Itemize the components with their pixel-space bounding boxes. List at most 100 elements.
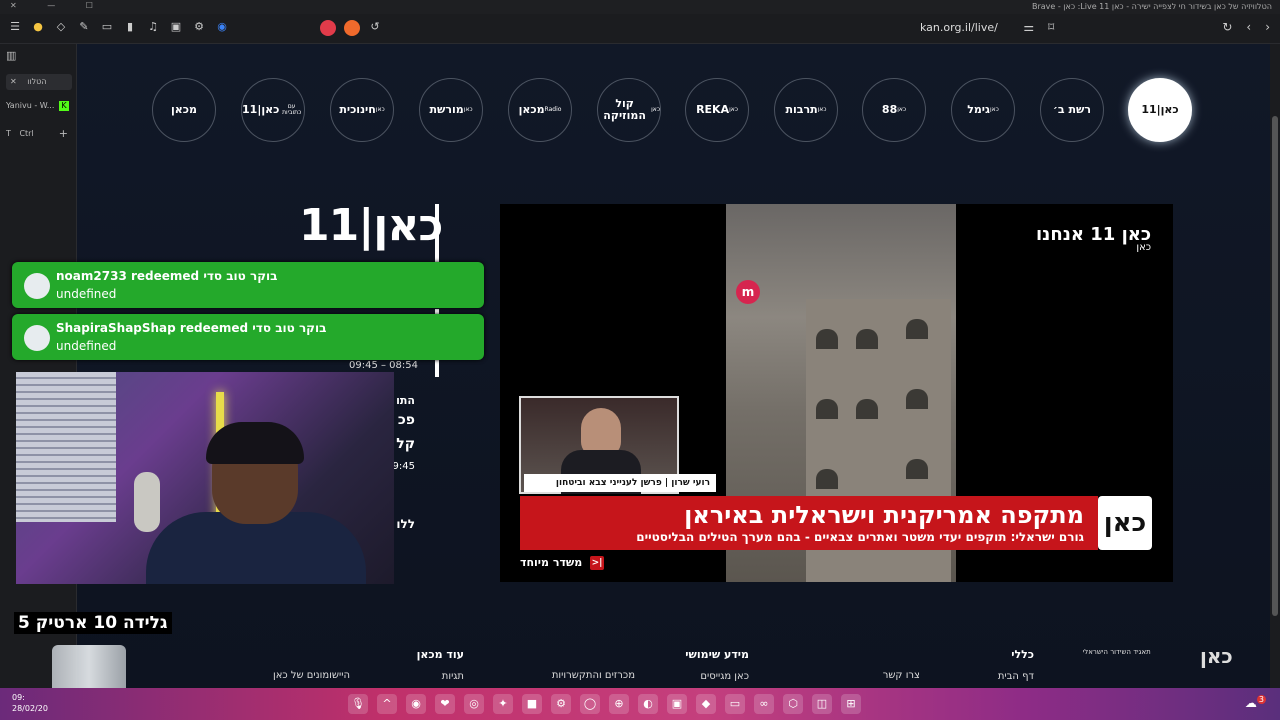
footer-col-more-2: היישומונים של כאן [273,670,350,681]
channel-label: גימל [967,103,990,117]
music-icon[interactable]: ♫ [146,20,160,34]
extensions-icon[interactable]: ⚙ [192,20,206,34]
browser-toolbar: ☰ ● ◇ ✎ ▭ ▮ ♫ ▣ ⚙ ◉ ↺ kan.org.il/live/ ⚌… [0,14,1280,44]
window-controls[interactable]: ✕ — ☐ [10,1,107,10]
taskbar-app-icon[interactable]: ▭ [725,694,745,714]
tab-chip-brave[interactable] [344,20,360,36]
reload-small-icon[interactable]: ↺ [368,20,382,34]
taskbar-app-icon[interactable]: ◆ [696,694,716,714]
channel-button[interactable]: מכאן [152,78,216,142]
pen-icon[interactable]: ✎ [77,20,91,34]
new-tab-row[interactable]: T Ctrl + [6,126,72,142]
footer-kan-logo: כאן תאגיד השידור הישראלי [1083,644,1233,668]
new-tab-plus[interactable]: + [59,126,68,142]
tab-yanivu[interactable]: Yanivu - W... K [6,98,69,114]
taskbar-app-icon[interactable]: ⚙ [551,694,571,714]
m-logo-icon: m [736,280,760,304]
channel-button[interactable]: רשת ב׳ [1040,78,1104,142]
channel-button[interactable]: גימל כאן [951,78,1015,142]
channel-button[interactable]: תרבות כאן [774,78,838,142]
footer-link[interactable]: דף הבית [998,671,1034,682]
screenshot-icon[interactable]: ▣ [169,20,183,34]
schedule-line: ללו [396,517,415,531]
page-content: כאן|11 רשת ב׳ גימל כאן 88 כאן תרבות כאן REKA כאן ק… [77,44,1270,688]
forward-icon[interactable]: › [1265,20,1270,34]
clock-date: 28/02/20 [12,704,48,713]
live-video-player[interactable]: m כאן 11 אנחנו כאן רועי שרון | פרשן לעני… [500,204,1173,582]
special-broadcast-text: משדר מיוחד [520,556,583,569]
alert-sub: undefined [56,287,117,301]
channel-label: REKA [696,103,730,117]
taskbar-app-icon[interactable]: ⊕ [609,694,629,714]
tab-kan[interactable]: ✕ הטלוו [6,74,72,90]
sidebar-icon[interactable]: ▮ [123,20,137,34]
channel-label: מכאן [171,103,197,117]
footer-col-general: כללי דף הבית [998,648,1034,682]
taskbar-app-icon[interactable]: ◉ [406,694,426,714]
weather-icon[interactable]: ☁ 3 [1245,695,1266,710]
sidebar-toggle-icon[interactable]: ▥ [6,48,16,64]
channel-button[interactable]: מורשת כאן [419,78,483,142]
wallet-icon[interactable]: ▭ [100,20,114,34]
footer-col-info-2: מכרזים והתקשרויות [552,670,635,681]
page-scrollbar[interactable] [1270,44,1280,688]
banner-kan-logo: כאן [1098,496,1152,550]
taskbar-app-icon[interactable]: ◐ [638,694,658,714]
footer-logo-sub: תאגיד השידור הישראלי [1082,648,1151,656]
footer-heading: עוד מכאן [416,648,464,661]
taskbar-app-icon[interactable]: 🎙 [348,694,368,714]
close-tab-icon[interactable]: ✕ [10,77,17,86]
channel-button[interactable]: מכאן Radio [508,78,572,142]
bookmark-icon[interactable]: ⌑ [1048,20,1054,34]
taskbar-apps: 🎙 ^ ◉ ❤ ◎ ✦ ■ ⚙ ◯ ⊕ ◐ ▣ ◆ ▭ ∞ ⬡ ◫ ⊞ [348,694,861,714]
channel-button[interactable]: כאן|11 עם כתוביות [241,78,305,142]
channel-button[interactable]: קול המוזיקה כאן [597,78,661,142]
address-bar[interactable]: kan.org.il/live/ [920,21,998,34]
overlay-flavor-text: גלידה 10 ארטיק 5 [14,612,172,634]
menu-icon[interactable]: ☰ [8,20,22,34]
channel-sublabel: כאן [729,105,738,113]
scroll-thumb[interactable] [1272,116,1278,616]
tab-yanivu-label: Yanivu - W... [6,101,55,110]
footer-col-info: מידע שימושי כאן מגייסים [685,648,749,682]
taskbar-app-icon[interactable]: ◎ [464,694,484,714]
taskbar-app-icon[interactable]: ◯ [580,694,600,714]
channel-button[interactable]: כאן|11 [1128,78,1192,142]
channel-label: כאן|11 [1141,103,1179,117]
tab-chip-1[interactable] [320,20,336,36]
taskbar-app-icon[interactable]: ⊞ [841,694,861,714]
kan-watermark-title: כאן 11 אנחנו [1036,224,1152,245]
channel-button[interactable]: 88 כאן [862,78,926,142]
reload-icon[interactable]: ↻ [1222,20,1232,34]
weather-badge: 3 [1256,695,1266,704]
site-footer: כאן תאגיד השידור הישראלי כללי דף הבית צר… [154,640,1280,688]
footer-col-general-2: צרו קשר [883,670,920,681]
channel-button[interactable]: REKA כאן [685,78,749,142]
audio-icon[interactable]: ◉ [215,20,229,34]
channel-button[interactable]: חינוכית כאן [330,78,394,142]
footer-link[interactable]: מכרזים והתקשרויות [552,670,635,681]
kan11-big-logo: כאן|11 [299,200,443,251]
footer-link[interactable]: תגיות [417,671,464,682]
footer-link[interactable]: צרו קשר [883,670,920,681]
taskbar-app-icon[interactable]: ∞ [754,694,774,714]
back-icon[interactable]: ‹ [1246,20,1251,34]
footer-link[interactable]: היישומונים של כאן [273,670,350,681]
taskbar-app-icon[interactable]: ✦ [493,694,513,714]
taskbar-app-icon[interactable]: ◫ [812,694,832,714]
footer-link[interactable]: כאן מגייסים [685,671,749,682]
channel-sublabel: Radio [544,105,562,113]
taskbar-app-icon[interactable]: ▣ [667,694,687,714]
taskbar-app-icon[interactable]: ❤ [435,694,455,714]
channel-label: 88 [881,103,898,117]
brave-icon[interactable]: ● [31,20,45,34]
footer-col-more: עוד מכאן תגיות [417,648,464,682]
taskbar-app-icon[interactable]: ■ [522,694,542,714]
taskbar-app-icon[interactable]: ^ [377,694,397,714]
tune-icon[interactable]: ⚌ [1023,20,1034,34]
shield-icon[interactable]: ◇ [54,20,68,34]
taskbar-app-icon[interactable]: ⬡ [783,694,803,714]
channel-sublabel: כאן [651,105,660,113]
footer-logo-text: כאן [1200,644,1233,668]
channel-sublabel: כאן [463,105,473,113]
